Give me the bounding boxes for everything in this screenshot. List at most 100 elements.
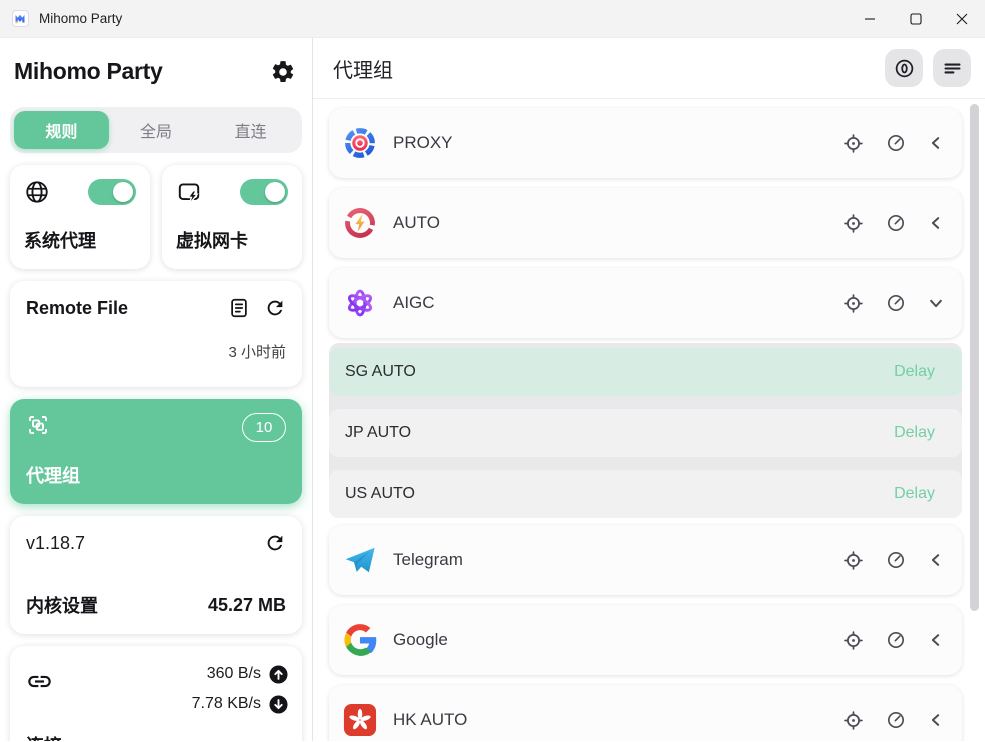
titlebar: Mihomo Party (0, 0, 985, 38)
proxy-group-name: HK AUTO (393, 710, 843, 730)
delay-test-button[interactable] (886, 710, 906, 730)
refresh-icon (264, 297, 286, 319)
locate-current-proxy-button[interactable] (843, 710, 864, 731)
proxy-name: SG AUTO (345, 363, 416, 381)
maximize-button[interactable] (893, 0, 939, 37)
hongkong-flag-logo-icon (343, 703, 377, 737)
close-button[interactable] (939, 0, 985, 37)
expand-collapse-button[interactable] (928, 552, 944, 568)
window-controls (847, 0, 985, 37)
proxy-delay-label[interactable]: Delay (894, 363, 935, 381)
expand-collapse-button[interactable] (928, 135, 944, 151)
expand-collapse-button[interactable] (928, 712, 944, 728)
chevron-left-icon (928, 552, 944, 568)
proxy-group-row[interactable]: PROXY (329, 108, 962, 178)
connections-card[interactable]: 360 B/s 7.78 KB/s 连接 (10, 646, 302, 741)
download-speed: 7.78 KB/s (192, 695, 261, 713)
chevron-left-icon (928, 215, 944, 231)
proxy-group-name: Telegram (393, 550, 843, 570)
tun-label: 虚拟网卡 (176, 227, 288, 253)
download-arrow-icon (269, 695, 288, 714)
locate-current-proxy-button[interactable] (843, 213, 864, 234)
proxy-item-selected[interactable]: SG AUTO Delay (329, 348, 962, 396)
core-restart-button[interactable] (264, 532, 286, 554)
core-version: v1.18.7 (26, 533, 85, 554)
delay-test-button[interactable] (886, 630, 906, 650)
scrollbar-thumb[interactable] (970, 104, 979, 611)
proxy-group-row[interactable]: HK AUTO (329, 685, 962, 741)
tab-rule[interactable]: 规则 (14, 111, 109, 149)
locate-current-proxy-button[interactable] (843, 293, 864, 314)
proxy-item[interactable]: JP AUTO Delay (329, 409, 962, 457)
link-icon (26, 668, 53, 718)
proxy-group-name: AUTO (393, 213, 843, 233)
expand-collapse-button[interactable] (928, 295, 944, 311)
connections-label: 连接 (26, 732, 288, 741)
proxy-name: US AUTO (345, 485, 415, 503)
proxy-item[interactable]: US AUTO Delay (329, 470, 962, 518)
delay-test-button[interactable] (886, 213, 906, 233)
settings-button[interactable] (270, 59, 296, 85)
locate-current-proxy-button[interactable] (843, 550, 864, 571)
proxy-group-row[interactable]: AUTO (329, 188, 962, 258)
proxy-delay-label[interactable]: Delay (894, 485, 935, 503)
expand-collapse-button[interactable] (928, 215, 944, 231)
proxy-group-name: AIGC (393, 293, 843, 313)
profile-edit-button[interactable] (228, 297, 250, 319)
core-settings-label: 内核设置 (26, 592, 98, 618)
delay-test-button[interactable] (886, 550, 906, 570)
chevron-left-icon (928, 135, 944, 151)
proxy-group-row[interactable]: Google (329, 605, 962, 675)
page-header: 代理组 (313, 38, 985, 98)
minimize-button[interactable] (847, 0, 893, 37)
upload-speed: 360 B/s (207, 665, 261, 683)
group-display-mode-button[interactable] (933, 49, 971, 87)
proxy-group-row[interactable]: AIGC (329, 268, 962, 338)
openai-logo-icon (343, 286, 377, 320)
gauge-icon (886, 710, 906, 730)
core-settings-card[interactable]: v1.18.7 内核设置 45.27 MB (10, 516, 302, 634)
window-title: Mihomo Party (39, 11, 122, 26)
refresh-icon (264, 532, 286, 554)
outbound-mode-tabs: 规则 全局 直连 (10, 107, 302, 153)
proxy-group-list: PROXY (313, 98, 985, 741)
tab-global[interactable]: 全局 (109, 111, 204, 149)
sidebar: Mihomo Party 规则 全局 直连 系统代理 (0, 38, 313, 741)
proxy-delay-label[interactable]: Delay (894, 424, 935, 442)
tun-toggle[interactable] (240, 179, 288, 205)
gauge-icon (886, 293, 906, 313)
locate-current-proxy-button[interactable] (843, 133, 864, 154)
system-proxy-toggle[interactable] (88, 179, 136, 205)
profile-refresh-button[interactable] (264, 297, 286, 319)
delay-test-button[interactable] (886, 293, 906, 313)
sidebar-item-proxy-groups[interactable]: 10 代理组 (10, 399, 302, 504)
chevron-left-icon (928, 712, 944, 728)
gear-icon (270, 59, 296, 85)
tab-direct[interactable]: 直连 (203, 111, 298, 149)
globe-icon (24, 179, 50, 205)
expand-collapse-button[interactable] (928, 632, 944, 648)
gauge-icon (886, 630, 906, 650)
gauge-icon (886, 550, 906, 570)
proxy-logo-icon (343, 126, 377, 160)
circled-zero-icon (894, 58, 915, 79)
proxy-group-row[interactable]: Telegram (329, 525, 962, 595)
lightning-logo-icon (343, 206, 377, 240)
proxy-group-icon (26, 413, 50, 437)
proxy-group-nav-label: 代理组 (26, 462, 286, 488)
system-proxy-card[interactable]: 系统代理 (10, 165, 150, 269)
delay-test-button[interactable] (886, 133, 906, 153)
page-title: 代理组 (333, 54, 393, 83)
gauge-icon (886, 133, 906, 153)
chevron-left-icon (928, 632, 944, 648)
profile-updated-time: 3 小时前 (26, 341, 286, 362)
app-logo-icon (12, 10, 29, 27)
tun-card[interactable]: 虚拟网卡 (162, 165, 302, 269)
core-memory-usage: 45.27 MB (208, 595, 286, 616)
proxy-group-name: Google (393, 630, 843, 650)
proxy-groups-page: 代理组 (313, 38, 985, 741)
proxy-group-name: PROXY (393, 133, 843, 153)
delay-display-button[interactable] (885, 49, 923, 87)
locate-current-proxy-button[interactable] (843, 630, 864, 651)
profile-card[interactable]: Remote File 3 小时前 (10, 281, 302, 387)
